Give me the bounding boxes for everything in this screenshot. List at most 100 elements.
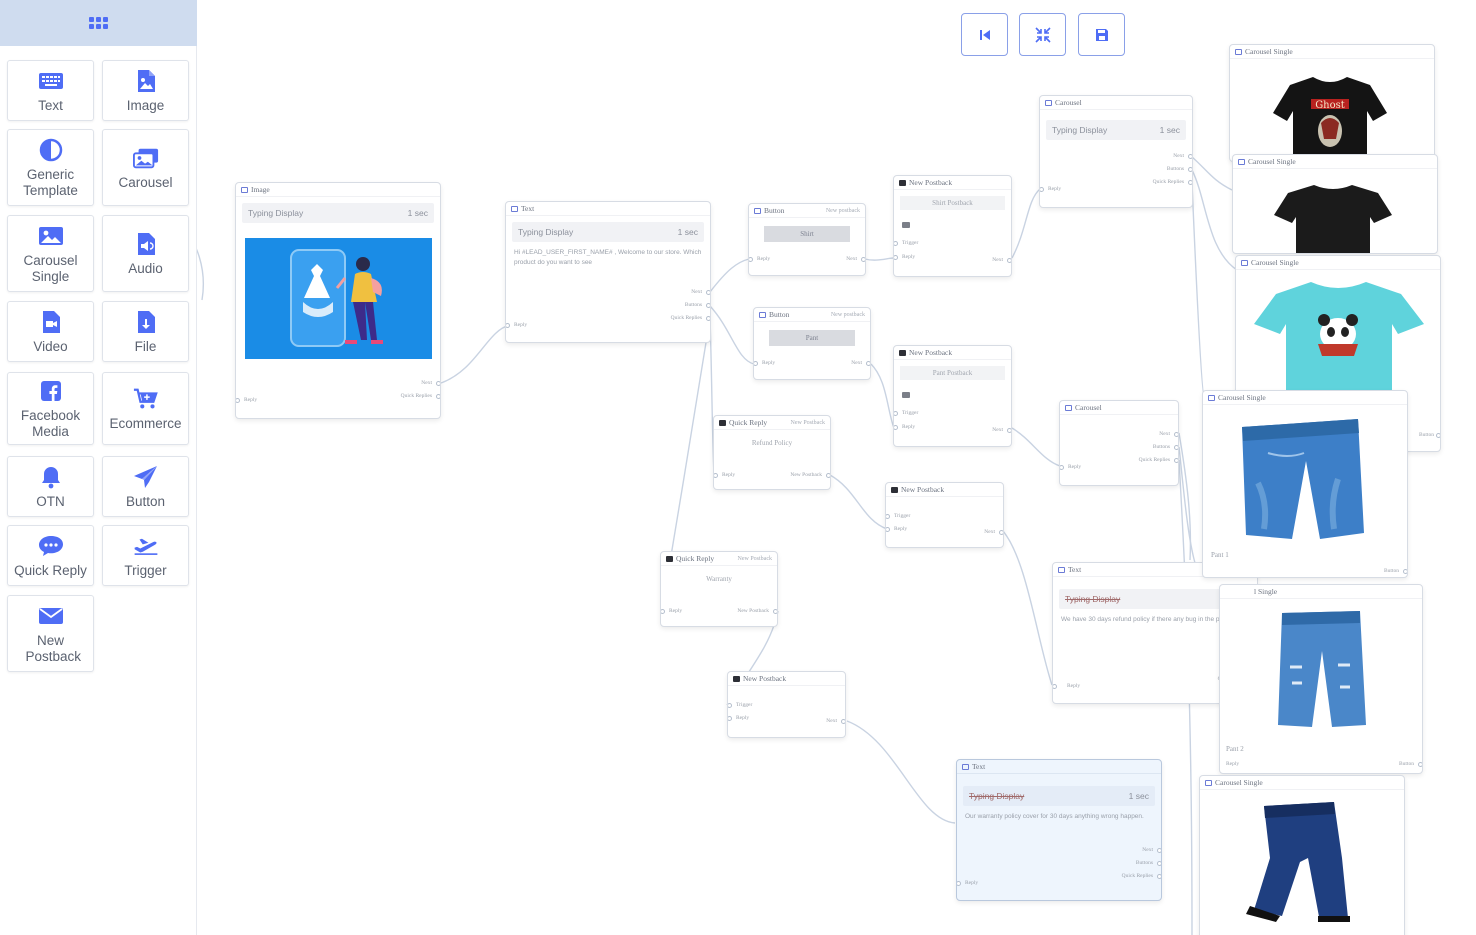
port-new-postback: New Postback [790, 472, 822, 478]
go-start-button[interactable] [961, 13, 1008, 56]
image-icon [1235, 48, 1242, 55]
node-carousel-single-2[interactable]: Carousel Single [1232, 154, 1438, 254]
apps-grid-icon [89, 17, 108, 29]
port-quick-replies: Quick Replies [1138, 457, 1170, 463]
apps-toggle[interactable] [0, 0, 197, 46]
output-handle[interactable] [773, 609, 777, 614]
fit-view-button[interactable] [1019, 13, 1066, 56]
node-new-postback-refund[interactable]: New Postback Trigger Reply Next [885, 482, 1004, 548]
input-handle[interactable] [728, 703, 732, 708]
download-file-icon [133, 309, 159, 335]
port-reply: Reply [762, 360, 776, 366]
output-handle[interactable] [1418, 762, 1422, 767]
output-handle[interactable] [1403, 569, 1407, 574]
images-icon [1065, 404, 1072, 411]
node-image[interactable]: Image Typing Display 1 sec Next Quick Rep [235, 182, 441, 419]
output-handle[interactable] [1174, 432, 1178, 437]
input-handle[interactable] [506, 323, 510, 328]
typing-seconds: 1 sec [677, 227, 698, 237]
node-header: Carousel [1060, 401, 1178, 415]
output-handle[interactable] [1007, 258, 1011, 263]
input-handle[interactable] [894, 255, 898, 260]
node-button-shirt[interactable]: Button New postback Shirt Reply Next [748, 203, 866, 276]
input-handle[interactable] [1060, 465, 1064, 470]
tool-carousel[interactable]: Carousel [102, 129, 189, 206]
tool-video[interactable]: Video [7, 301, 94, 362]
tool-facebook-media[interactable]: Facebook Media [7, 372, 94, 445]
output-handle[interactable] [706, 290, 710, 295]
node-quick-reply-refund[interactable]: Quick Reply New Postback Refund Policy Re… [713, 415, 831, 490]
node-carousel-single-5[interactable]: l Single Pant 2 Reply Button [1219, 584, 1423, 774]
output-handle[interactable] [706, 303, 710, 308]
output-handle[interactable] [436, 381, 440, 386]
button-icon [754, 207, 761, 214]
output-handle[interactable] [866, 361, 870, 366]
output-handle[interactable] [1157, 848, 1161, 853]
output-handle[interactable] [436, 394, 440, 399]
tool-otn[interactable]: OTN [7, 456, 94, 517]
node-button-pant[interactable]: Button New postback Pant Reply Next [753, 307, 871, 380]
output-handle[interactable] [1174, 445, 1178, 450]
node-text-welcome[interactable]: Text Typing Display 1 sec Hi #LEAD_USER_F… [505, 201, 711, 343]
input-handle[interactable] [886, 514, 890, 519]
input-handle[interactable] [236, 398, 240, 403]
output-handle[interactable] [826, 473, 830, 478]
output-handle[interactable] [1157, 861, 1161, 866]
input-handle[interactable] [894, 425, 898, 430]
input-handle[interactable] [714, 473, 718, 478]
tool-label: Ecommerce [109, 415, 182, 431]
output-handle[interactable] [1174, 458, 1178, 463]
output-handle[interactable] [1436, 433, 1440, 438]
output-handle[interactable] [841, 719, 845, 724]
input-handle[interactable] [754, 361, 758, 366]
flow-canvas[interactable]: Image Typing Display 1 sec Next Quick Rep [197, 0, 1476, 935]
output-handle[interactable] [999, 530, 1003, 535]
input-handle[interactable] [1053, 684, 1057, 689]
input-handle[interactable] [749, 257, 753, 262]
input-handle[interactable] [957, 881, 961, 886]
tool-image[interactable]: Image [102, 60, 189, 121]
input-handle[interactable] [661, 609, 665, 614]
tool-button[interactable]: Button [102, 456, 189, 517]
node-text-warranty[interactable]: Text Typing Display 1 sec Our warranty po… [956, 759, 1162, 901]
input-handle[interactable] [894, 411, 898, 416]
output-handle[interactable] [1188, 167, 1192, 172]
tool-text[interactable]: Text [7, 60, 94, 121]
node-carousel-single-1[interactable]: Carousel Single Ghost [1229, 44, 1435, 162]
output-handle[interactable] [861, 257, 865, 262]
node-quick-reply-warranty[interactable]: Quick Reply New Postback Warranty Reply N… [660, 551, 778, 627]
input-handle[interactable] [728, 716, 732, 721]
quick-reply-label: Refund Policy [751, 439, 793, 447]
node-new-postback-pant[interactable]: New Postback Pant Postback Trigger Reply… [893, 345, 1012, 447]
tool-new-postback[interactable]: New Postback [7, 595, 94, 672]
port-next: Next [846, 256, 857, 262]
node-carousel-shirts[interactable]: Carousel Typing Display 1 sec Next Button… [1039, 95, 1193, 208]
input-handle[interactable] [894, 241, 898, 246]
node-carousel-single-6[interactable]: Carousel Single [1199, 775, 1405, 935]
save-button[interactable] [1078, 13, 1125, 56]
envelope-icon [733, 675, 740, 682]
node-carousel-pants[interactable]: Carousel Next Buttons Quick Replies Repl… [1059, 400, 1179, 486]
output-handle[interactable] [1188, 180, 1192, 185]
output-handle[interactable] [1188, 154, 1192, 159]
tool-trigger[interactable]: Trigger [102, 525, 189, 586]
tool-file[interactable]: File [102, 301, 189, 362]
tool-quick-reply[interactable]: Quick Reply [7, 525, 94, 586]
tool-ecommerce[interactable]: Ecommerce [102, 372, 189, 445]
input-handle[interactable] [1040, 187, 1044, 192]
node-new-postback-warranty[interactable]: New Postback Trigger Reply Next [727, 671, 846, 738]
node-new-postback-shirt[interactable]: New Postback Shirt Postback Trigger Repl… [893, 175, 1012, 277]
tool-carousel-single[interactable]: Carousel Single [7, 215, 94, 292]
connection [440, 324, 511, 384]
postback-tag: New postback [830, 311, 865, 318]
node-carousel-single-4[interactable]: Carousel Single Pant 1 Button [1202, 390, 1408, 578]
input-handle[interactable] [886, 527, 890, 532]
tool-label: Quick Reply [14, 562, 87, 578]
black-ghost-shirt-image: Ghost [1273, 77, 1387, 161]
output-handle[interactable] [1007, 428, 1011, 433]
tool-audio[interactable]: Audio [102, 215, 189, 292]
output-handle[interactable] [706, 316, 710, 321]
output-handle[interactable] [1157, 874, 1161, 879]
tool-generic-template[interactable]: Generic Template [7, 129, 94, 206]
tool-label: Video [33, 338, 68, 354]
